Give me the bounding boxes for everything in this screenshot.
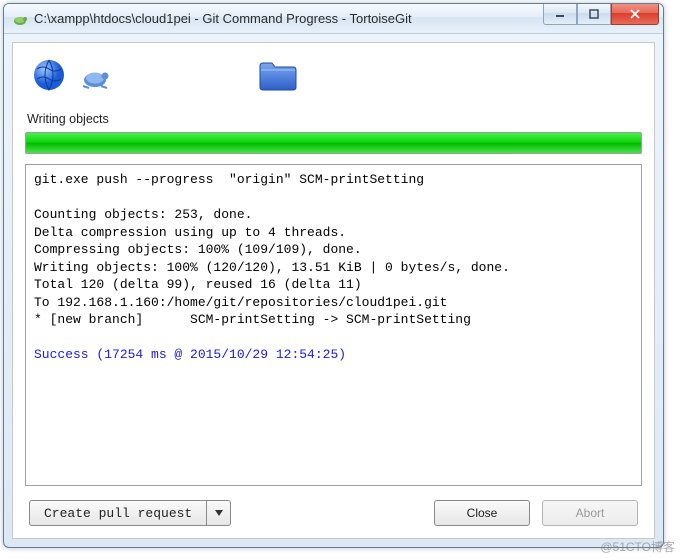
window-title: C:\xampp\htdocs\cloud1pei - Git Command … [34, 11, 412, 26]
tortoise-anim-icon [79, 58, 113, 95]
console-command: git.exe push --progress "origin" SCM-pri… [34, 172, 424, 187]
dialog-window: C:\xampp\htdocs\cloud1pei - Git Command … [3, 3, 664, 548]
close-button[interactable]: Close [434, 500, 530, 526]
console-line: Total 120 (delta 99), reused 16 (delta 1… [34, 277, 362, 292]
button-row: Create pull request Close Abort [25, 486, 642, 528]
console-line: Compressing objects: 100% (109/109), don… [34, 242, 362, 257]
folder-icon [257, 57, 299, 96]
close-window-button[interactable] [611, 4, 659, 25]
app-icon [12, 11, 28, 27]
console-line: Delta compression using up to 4 threads. [34, 225, 346, 240]
status-label: Writing objects [25, 110, 642, 132]
console-line: Counting objects: 253, done. [34, 207, 252, 222]
globe-icon [31, 57, 67, 96]
progress-bar [25, 132, 642, 154]
watermark: @51CTO博客 [600, 538, 675, 555]
console-line: To 192.168.1.160:/home/git/repositories/… [34, 295, 447, 310]
abort-button: Abort [542, 500, 638, 526]
console-success: Success (17254 ms @ 2015/10/29 12:54:25) [34, 347, 346, 362]
create-pull-request-button[interactable]: Create pull request [29, 500, 207, 526]
animation-row [25, 53, 642, 110]
maximize-button[interactable] [577, 4, 611, 25]
minimize-button[interactable] [543, 4, 577, 25]
console-line: * [new branch] SCM-printSetting -> SCM-p… [34, 312, 471, 327]
titlebar[interactable]: C:\xampp\htdocs\cloud1pei - Git Command … [4, 4, 663, 34]
output-console[interactable]: git.exe push --progress "origin" SCM-pri… [25, 164, 642, 486]
console-line: Writing objects: 100% (120/120), 13.51 K… [34, 260, 510, 275]
pull-request-dropdown-button[interactable] [207, 500, 231, 526]
pull-request-split-button: Create pull request [29, 500, 231, 526]
window-controls [543, 4, 659, 25]
client-area: Writing objects git.exe push --progress … [12, 42, 655, 539]
